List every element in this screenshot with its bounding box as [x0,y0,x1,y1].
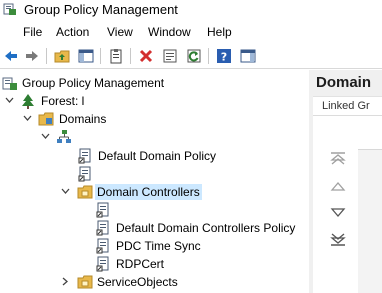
move-up-icon[interactable] [329,178,347,194]
tree-node-root[interactable]: Group Policy Management [0,74,309,92]
refresh-icon[interactable] [186,48,202,64]
toolbar-separator [130,48,131,64]
move-to-top-icon[interactable] [329,150,347,166]
gpo-link-icon [96,202,109,218]
gpm-root-icon [2,77,17,90]
help-icon[interactable]: ? [216,48,232,64]
details-pane: Domain Linked Gr [313,70,382,293]
forward-icon[interactable] [24,48,40,64]
tree-label-dc-gpo-1 [114,202,118,204]
tree-label-default-domain-policy: Default Domain Policy [98,149,217,163]
tree-node-domain[interactable] [0,128,309,146]
menu-help[interactable]: Help [207,25,232,39]
linked-gpo-list[interactable] [358,149,382,293]
gpo-link-icon [78,166,91,182]
tree-node-forest[interactable]: Forest: l [0,92,309,110]
tree-label-gpo [96,166,100,168]
domains-folder-icon [38,112,54,126]
show-hide-action-pane-icon[interactable] [240,48,256,64]
gpmc-app-icon [3,3,16,15]
tree-node-default-domain-policy[interactable]: Default Domain Policy [0,147,309,165]
tree-label-service-objects: ServiceObjects [97,275,178,289]
toolbar-separator [208,48,209,64]
details-title: Domain [316,74,372,91]
tab-linked-gpos[interactable]: Linked Gr [322,100,370,112]
back-icon[interactable] [3,48,19,64]
tree-node-default-dc-policy[interactable]: Default Domain Controllers Policy [0,219,309,237]
menu-bar: File Action View Window Help [0,22,382,42]
collapse-chevron-icon[interactable] [5,96,14,105]
forest-icon [22,94,34,109]
gpo-link-icon [96,256,109,272]
domain-icon [57,130,71,143]
collapse-chevron-icon[interactable] [61,187,70,196]
toolbar-separator [46,48,47,64]
menu-file[interactable]: File [23,25,42,39]
delete-icon[interactable] [138,48,154,64]
move-down-icon[interactable] [329,205,347,221]
tree-node-domain-controllers[interactable]: Domain Controllers [0,183,309,201]
expand-chevron-icon[interactable] [61,277,70,286]
menu-action[interactable]: Action [56,25,89,39]
tree-node-dc-gpo-1[interactable] [0,201,309,219]
title-bar: Group Policy Management [0,0,382,20]
gpo-link-icon [96,220,109,236]
console-tree: Group Policy Management Forest: l Domain… [0,70,309,293]
svg-text:?: ? [221,51,227,64]
tree-label-domain-controllers: Domain Controllers [95,184,202,200]
toolbar: ? [0,44,382,69]
toolbar-separator [100,48,101,64]
gpo-link-icon [78,148,91,164]
tree-node-rdpcert[interactable]: RDPCert [0,255,309,273]
tree-label-default-dc-policy: Default Domain Controllers Policy [116,221,296,235]
tree-node-pdc-time-sync[interactable]: PDC Time Sync [0,237,309,255]
menu-view[interactable]: View [107,25,133,39]
tab-divider [313,115,382,116]
menu-window[interactable]: Window [148,25,191,39]
ou-folder-icon [77,275,93,289]
clipboard-icon[interactable] [108,48,124,64]
tree-node-gpo[interactable] [0,165,309,183]
tree-label-domain [75,129,79,131]
window-title: Group Policy Management [24,2,178,17]
properties-icon[interactable] [162,48,178,64]
list-header-divider [358,149,382,150]
tree-label-root: Group Policy Management [22,76,165,90]
gpo-link-icon [96,238,109,254]
show-hide-tree-icon[interactable] [78,48,94,64]
tree-label-domains: Domains [59,112,107,126]
tree-label-forest: Forest: l [41,94,85,108]
tree-node-service-objects[interactable]: ServiceObjects [0,273,309,291]
up-folder-icon[interactable] [54,48,70,64]
collapse-chevron-icon[interactable] [41,132,50,141]
tree-label-pdc-time-sync: PDC Time Sync [116,239,201,253]
tree-node-domains[interactable]: Domains [0,110,309,128]
details-header: Domain [313,70,382,97]
move-to-bottom-icon[interactable] [329,232,347,248]
tree-label-rdpcert: RDPCert [116,257,165,271]
collapse-chevron-icon[interactable] [23,114,32,123]
ou-folder-icon [77,185,93,199]
